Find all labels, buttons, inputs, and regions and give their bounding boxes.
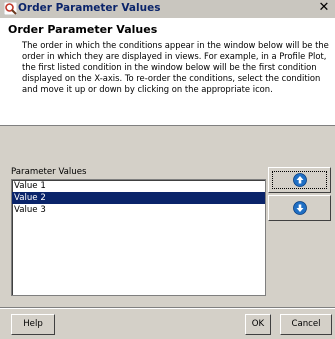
- header-description: The order in which the conditions appear…: [22, 40, 329, 95]
- list-item[interactable]: Value 1: [12, 180, 265, 192]
- parameter-values-list[interactable]: Value 1 Value 2 Value 3: [11, 179, 266, 296]
- help-button[interactable]: Help: [11, 314, 55, 335]
- arrow-up-icon: [293, 173, 307, 187]
- header-panel: Order Parameter Values The order in whic…: [0, 18, 335, 126]
- list-item[interactable]: Value 2: [12, 192, 265, 204]
- footer-separator: [0, 307, 335, 309]
- move-down-button[interactable]: [268, 195, 331, 221]
- list-item[interactable]: Value 3: [12, 204, 265, 216]
- cancel-button[interactable]: Cancel: [280, 314, 332, 335]
- magnifier-app-icon: [3, 1, 18, 16]
- arrow-down-icon: [293, 201, 307, 215]
- title-bar: Order Parameter Values ✕: [0, 0, 335, 18]
- ok-button[interactable]: OK: [245, 314, 271, 335]
- move-up-button[interactable]: [268, 167, 331, 193]
- parameter-values-label: Parameter Values: [11, 167, 87, 177]
- header-title: Order Parameter Values: [8, 23, 158, 36]
- window-title: Order Parameter Values: [18, 2, 161, 14]
- close-icon[interactable]: ✕: [316, 1, 332, 16]
